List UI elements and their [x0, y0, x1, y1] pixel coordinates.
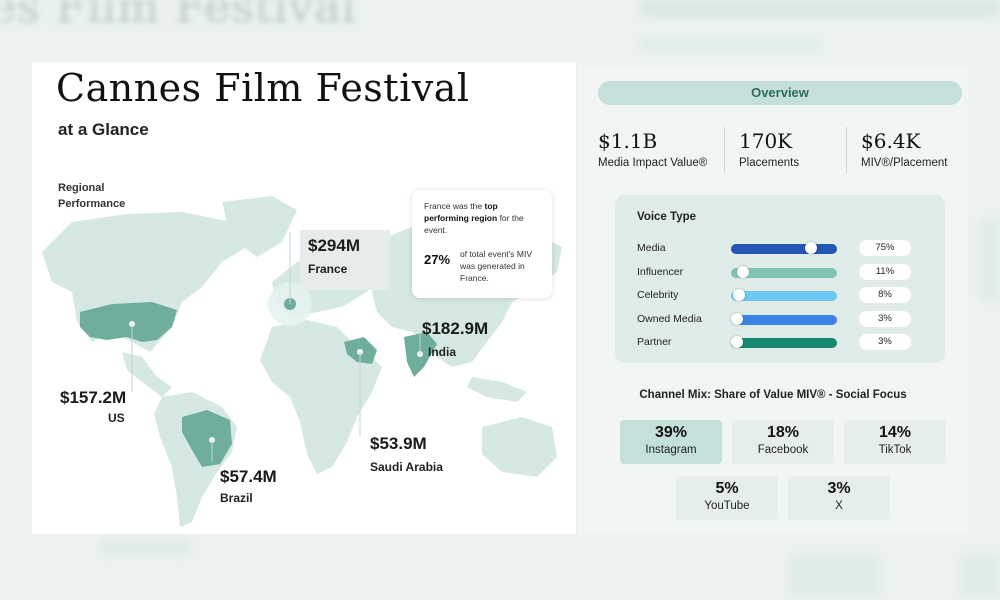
channel-tile-instagram[interactable]: 39% Instagram — [620, 420, 722, 464]
stat-miv-per-placement: $6.4K MIV®/Placement — [861, 129, 947, 169]
voice-slider-track[interactable] — [731, 289, 837, 301]
region-value-brazil: $57.4M — [220, 467, 277, 486]
continent-australia — [482, 417, 557, 477]
stat-divider — [846, 127, 847, 173]
channel-tile-youtube[interactable]: 5% YouTube — [676, 476, 778, 520]
page-title: Cannes Film Festival — [56, 66, 470, 110]
overview-card: Overview $1.1B Media Impact Value® 170K … — [578, 65, 968, 535]
channel-pct: 14% — [878, 424, 912, 441]
voice-row-partner: Partner 3% — [637, 334, 927, 351]
channel-pct: 5% — [715, 480, 739, 497]
region-name: France — [308, 262, 348, 276]
region-value-us: $157.2M — [60, 388, 127, 407]
voice-percent-badge: 8% — [859, 287, 911, 303]
background-block — [960, 555, 1000, 595]
voice-row-media: Media 75% — [637, 240, 927, 257]
overview-header: Overview — [598, 81, 962, 105]
voice-slider-track[interactable] — [731, 336, 837, 348]
voice-slider-track[interactable] — [731, 242, 837, 254]
voice-label: Celebrity — [637, 289, 679, 301]
background-pill — [640, 0, 1000, 18]
channel-tile-facebook[interactable]: 18% Facebook — [732, 420, 834, 464]
stat-label: Media Impact Value® — [598, 157, 708, 169]
continent-central-america — [122, 352, 172, 397]
voice-row-influencer: Influencer 11% — [637, 263, 927, 281]
channel-tile-tiktok[interactable]: 14% TikTok — [844, 420, 946, 464]
region-name-india: India — [428, 345, 457, 359]
region-name-us: US — [108, 411, 125, 425]
background-block — [790, 555, 880, 595]
voice-slider-knob[interactable] — [733, 289, 746, 301]
stat-value: 170K — [739, 129, 793, 153]
background-title: es Film Festival — [0, 0, 357, 33]
voice-slider-knob[interactable] — [736, 265, 749, 278]
continent-south-america — [154, 392, 237, 527]
region-value-saudi-arabia: $53.9M — [370, 434, 427, 453]
region-label-france: $294M France — [300, 230, 390, 290]
callout-text-pre: France was the — [424, 201, 485, 211]
background-block — [100, 540, 190, 554]
channel-pct: 3% — [827, 480, 851, 497]
top-region-callout: France was the top performing region for… — [412, 190, 552, 298]
region-name-brazil: Brazil — [220, 491, 253, 505]
channel-name: YouTube — [704, 500, 750, 512]
region-name-saudi-arabia: Saudi Arabia — [370, 460, 443, 474]
stat-value: $1.1B — [598, 129, 658, 153]
continent-southeast-asia — [467, 377, 527, 402]
background-block — [980, 220, 1000, 300]
stat-value: $6.4K — [861, 129, 921, 153]
voice-label: Influencer — [637, 265, 684, 278]
callout-percent: 27% — [424, 252, 451, 267]
channel-name: TikTok — [878, 444, 912, 456]
stat-divider — [724, 127, 725, 173]
stat-label: Placements — [739, 157, 800, 169]
voice-slider-knob[interactable] — [731, 312, 743, 325]
stat-media-impact-value: $1.1B Media Impact Value® — [598, 129, 707, 169]
voice-slider-knob[interactable] — [804, 242, 817, 254]
voice-row-owned-media: Owned Media 3% — [637, 310, 927, 328]
voice-percent-badge: 75% — [859, 240, 911, 256]
voice-slider-track[interactable] — [731, 265, 837, 278]
voice-slider-track[interactable] — [731, 312, 837, 325]
channel-pct: 39% — [654, 424, 688, 441]
channel-name: Instagram — [645, 444, 697, 456]
voice-slider-knob[interactable] — [731, 336, 743, 348]
page-subtitle: at a Glance — [58, 120, 149, 139]
callout-percent-desc: of total event's MIV was generated in Fr… — [460, 249, 533, 283]
regional-card: Cannes Film Festival at a Glance Regiona… — [32, 62, 576, 534]
callout-text: France was the top performing region for… — [424, 200, 540, 236]
voice-percent-badge: 3% — [859, 334, 911, 350]
channel-mix-title: Channel Mix: Share of Value MIV® - Socia… — [639, 389, 907, 401]
stat-label: MIV®/Placement — [861, 157, 948, 169]
stat-placements: 170K Placements — [739, 129, 799, 169]
voice-row-celebrity: Celebrity 8% — [637, 287, 927, 304]
region-value-india: $182.9M — [422, 319, 489, 338]
voice-label: Owned Media — [637, 312, 702, 325]
region-value: $294M — [308, 236, 360, 255]
voice-type-title: Voice Type — [637, 211, 697, 223]
background-block — [640, 40, 820, 50]
voice-percent-badge: 3% — [859, 310, 911, 327]
channel-name: X — [835, 500, 843, 512]
voice-label: Partner — [637, 336, 672, 348]
voice-type-panel: Voice Type Media 75% Influencer 11% Celebrit… — [615, 195, 945, 363]
voice-label: Media — [637, 242, 666, 254]
channel-name: Facebook — [757, 444, 809, 456]
voice-percent-badge: 11% — [859, 263, 911, 280]
channel-pct: 18% — [766, 424, 800, 441]
channel-tile-x[interactable]: 3% X — [788, 476, 890, 520]
